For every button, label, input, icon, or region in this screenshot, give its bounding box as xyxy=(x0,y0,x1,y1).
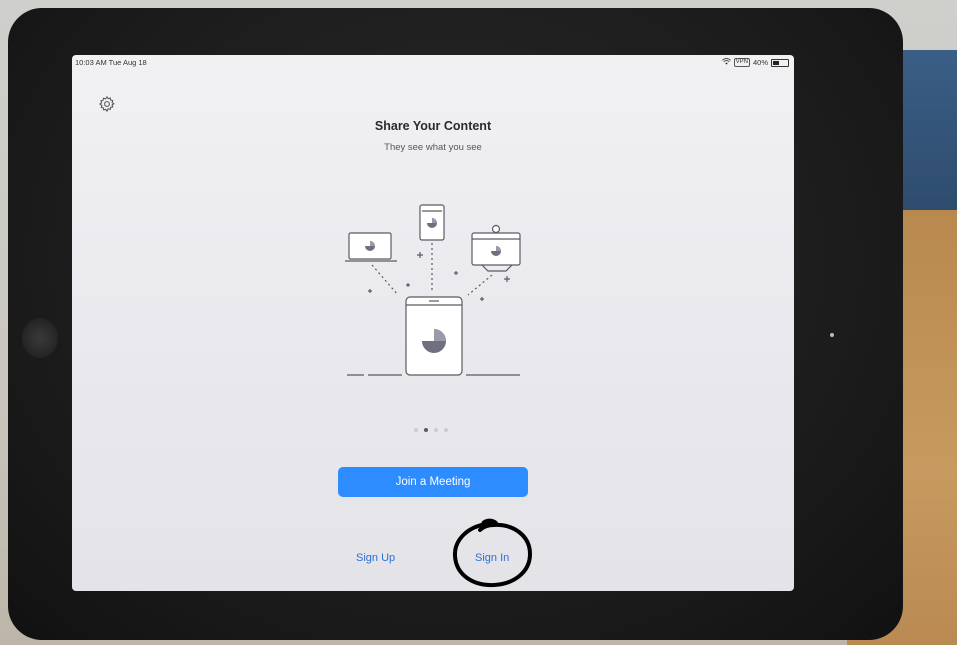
gear-icon[interactable] xyxy=(98,95,116,113)
tablet-home-area xyxy=(22,318,58,358)
page-dot xyxy=(424,428,428,432)
hand-drawn-circle-annotation xyxy=(452,518,533,588)
share-content-illustration xyxy=(345,204,521,376)
page-dot xyxy=(434,428,438,432)
page-dot xyxy=(444,428,448,432)
vpn-badge: VPN xyxy=(733,58,750,67)
page-title: Share Your Content xyxy=(374,119,492,133)
app-screen: 10:03 AM Tue Aug 18 VPN 40% Share Your C… xyxy=(72,55,794,591)
tablet-sensor xyxy=(830,333,834,337)
battery-icon xyxy=(771,58,789,67)
battery-percent: 40% xyxy=(752,58,768,67)
sign-up-link[interactable]: Sign Up xyxy=(356,552,395,564)
status-time: 10:03 AM Tue Aug 18 xyxy=(75,58,147,67)
status-right: VPN 40% xyxy=(721,58,789,67)
page-subtitle: They see what you see xyxy=(384,142,482,153)
page-indicator xyxy=(414,428,448,432)
join-meeting-button[interactable]: Join a Meeting xyxy=(338,467,528,497)
status-bar: 10:03 AM Tue Aug 18 VPN 40% xyxy=(75,58,789,68)
page-dot xyxy=(414,428,418,432)
wifi-icon xyxy=(721,58,731,67)
